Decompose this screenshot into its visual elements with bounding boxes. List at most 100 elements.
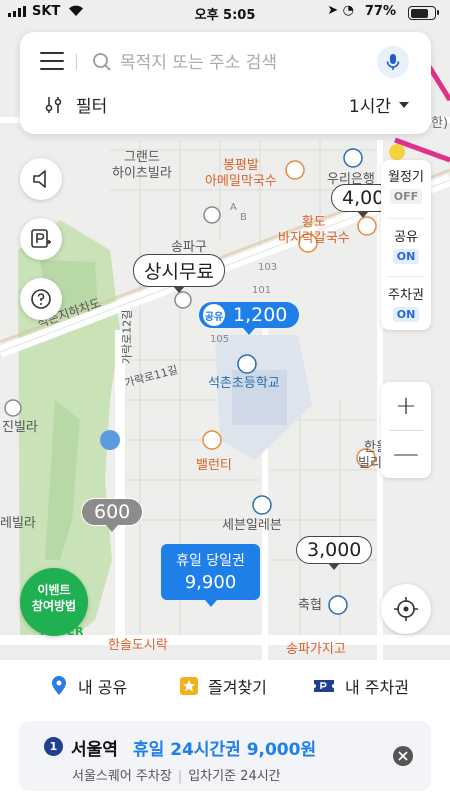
toggle-ticket[interactable]: 주차권 ON (381, 284, 431, 322)
question-icon (31, 289, 51, 309)
crosshair-icon (394, 597, 418, 621)
parking-marker-share[interactable]: 공유 1,200 (199, 302, 300, 335)
recommendation-card[interactable]: 1 서울역 휴일 24시간권 9,000원 서울스퀘어 주차장 | 입차기준 24시… (19, 721, 431, 791)
parking-marker[interactable]: 600 (81, 498, 144, 532)
place-label: 세븐일레븐 (222, 518, 282, 533)
lot-name: 서울스퀘어 주차장 (72, 769, 172, 784)
parking-plus-icon (31, 229, 51, 248)
tab-my-share[interactable]: 내 공유 (50, 674, 127, 698)
place-label: 봉평발 아메밀막국수 (205, 158, 277, 190)
filter-button[interactable]: 필터 (44, 92, 107, 117)
place-label: 진빌라 (2, 420, 38, 435)
voice-search-button[interactable] (377, 46, 409, 78)
marker-label: 600 (94, 501, 131, 523)
tab-label: 즐겨찾기 (208, 678, 267, 697)
sliders-icon (45, 96, 62, 113)
marker-label: 상시무료 (144, 261, 214, 283)
search-icon (93, 53, 111, 71)
filter-label: 필터 (76, 97, 108, 117)
divider (76, 54, 77, 70)
toggle-share[interactable]: 공유 ON (381, 226, 431, 264)
marker-tail (328, 563, 341, 570)
chevron-down-icon (399, 101, 409, 108)
road-number: B (240, 212, 247, 223)
speaker-icon (33, 170, 46, 188)
star-icon (180, 677, 198, 695)
lot-basis: 입차기준 24시간 (188, 769, 281, 784)
parking-marker[interactable]: 3,000 (296, 536, 373, 570)
toggle-label: 월정기 (388, 170, 424, 185)
tab-my-ticket[interactable]: 내 주차권 (313, 674, 409, 698)
separator: | (177, 769, 183, 784)
divider (387, 218, 425, 219)
marker-tail (243, 328, 256, 335)
toggle-state: ON (392, 307, 420, 322)
zoom-in-button[interactable]: + (381, 382, 431, 430)
close-card-button[interactable] (393, 746, 413, 766)
help-button[interactable] (20, 278, 62, 320)
filter-row: 필터 1시간 (44, 92, 409, 122)
traffic-button[interactable] (20, 158, 62, 200)
place-label: 한솔도시락 (108, 638, 168, 653)
marker-tail (205, 600, 217, 607)
search-input[interactable] (120, 50, 360, 76)
road-number: A (230, 202, 237, 213)
place-label: 황도 바지락칼국수 (278, 215, 350, 247)
search-card: 필터 1시간 (20, 32, 431, 134)
place-label: 밸런티 (196, 458, 232, 473)
naver-logo: NAVER (40, 625, 84, 638)
share-badge: 공유 (203, 304, 225, 326)
battery-fill (410, 8, 429, 18)
road-number: 105 (210, 334, 230, 345)
tab-label: 내 공유 (78, 678, 128, 697)
parking-ticket-icon (314, 680, 334, 692)
close-icon (398, 751, 408, 761)
place-label: 레빌라 (0, 516, 36, 531)
microphone-icon (386, 54, 400, 70)
battery-percent: 77% (364, 4, 396, 19)
marker-title: 휴일 당일권 (176, 553, 245, 569)
divider (387, 276, 425, 277)
deal-text: 휴일 24시간권 9,000원 (133, 740, 317, 760)
toggle-state: ON (392, 249, 420, 264)
place-label: 석촌초등학교 (208, 376, 280, 391)
toggle-state: OFF (389, 189, 423, 204)
marker-label: 3,000 (307, 539, 362, 561)
marker-label: 4,00 (342, 187, 385, 209)
rank-badge: 1 (44, 737, 63, 756)
parking-marker-free[interactable]: 상시무료 (133, 254, 225, 293)
my-location-button[interactable] (381, 584, 431, 634)
add-parking-button[interactable] (20, 218, 62, 260)
place-label: 송파가지고 (286, 642, 346, 657)
marker-label: 9,900 (184, 572, 237, 593)
lot-info: 서울스퀘어 주차장 | 입차기준 24시간 (72, 765, 281, 784)
duration-select[interactable]: 1시간 (349, 92, 409, 117)
place-label: 그랜드 하이츠빌라 (112, 150, 172, 182)
filter-toggle-panel: 월정기 OFF 공유 ON 주차권 ON (381, 160, 431, 330)
bottom-tabs: 내 공유 즐겨찾기 내 주차권 (0, 674, 450, 708)
zoom-out-button[interactable]: — (381, 430, 431, 478)
marker-label: 1,200 (233, 304, 288, 326)
tab-favorites[interactable]: 즐겨찾기 (180, 674, 267, 698)
parking-marker-holiday[interactable]: 휴일 당일권 9,900 (161, 544, 260, 607)
battery-icon (408, 6, 439, 20)
road-label: 가락로12길 (120, 309, 134, 365)
road-number: 101 (252, 285, 272, 296)
place-label: 축협 (298, 598, 322, 613)
duration-value: 1시간 (348, 97, 391, 117)
toggle-monthly[interactable]: 월정기 OFF (381, 166, 431, 204)
station-name: 서울역 (71, 740, 118, 760)
road-number: 103 (258, 262, 278, 273)
status-bar: SKT 오후 5:05 ➤ ◔ 77% (0, 0, 450, 26)
marker-tail (172, 286, 185, 293)
hamburger-menu-icon[interactable] (40, 52, 64, 72)
event-line1: 이벤트 (37, 583, 71, 597)
marker-tail (357, 211, 370, 218)
toggle-label: 주차권 (388, 288, 424, 303)
event-line2: 참여방법 (31, 598, 77, 613)
marker-tail (106, 525, 119, 532)
tab-label: 내 주차권 (345, 678, 409, 697)
bottom-panel: 내 공유 즐겨찾기 내 주차권 1 서울역 휴일 24시간권 9,000원 서울… (0, 660, 450, 800)
zoom-control: + — (381, 382, 431, 478)
toggle-label: 공유 (394, 230, 418, 245)
